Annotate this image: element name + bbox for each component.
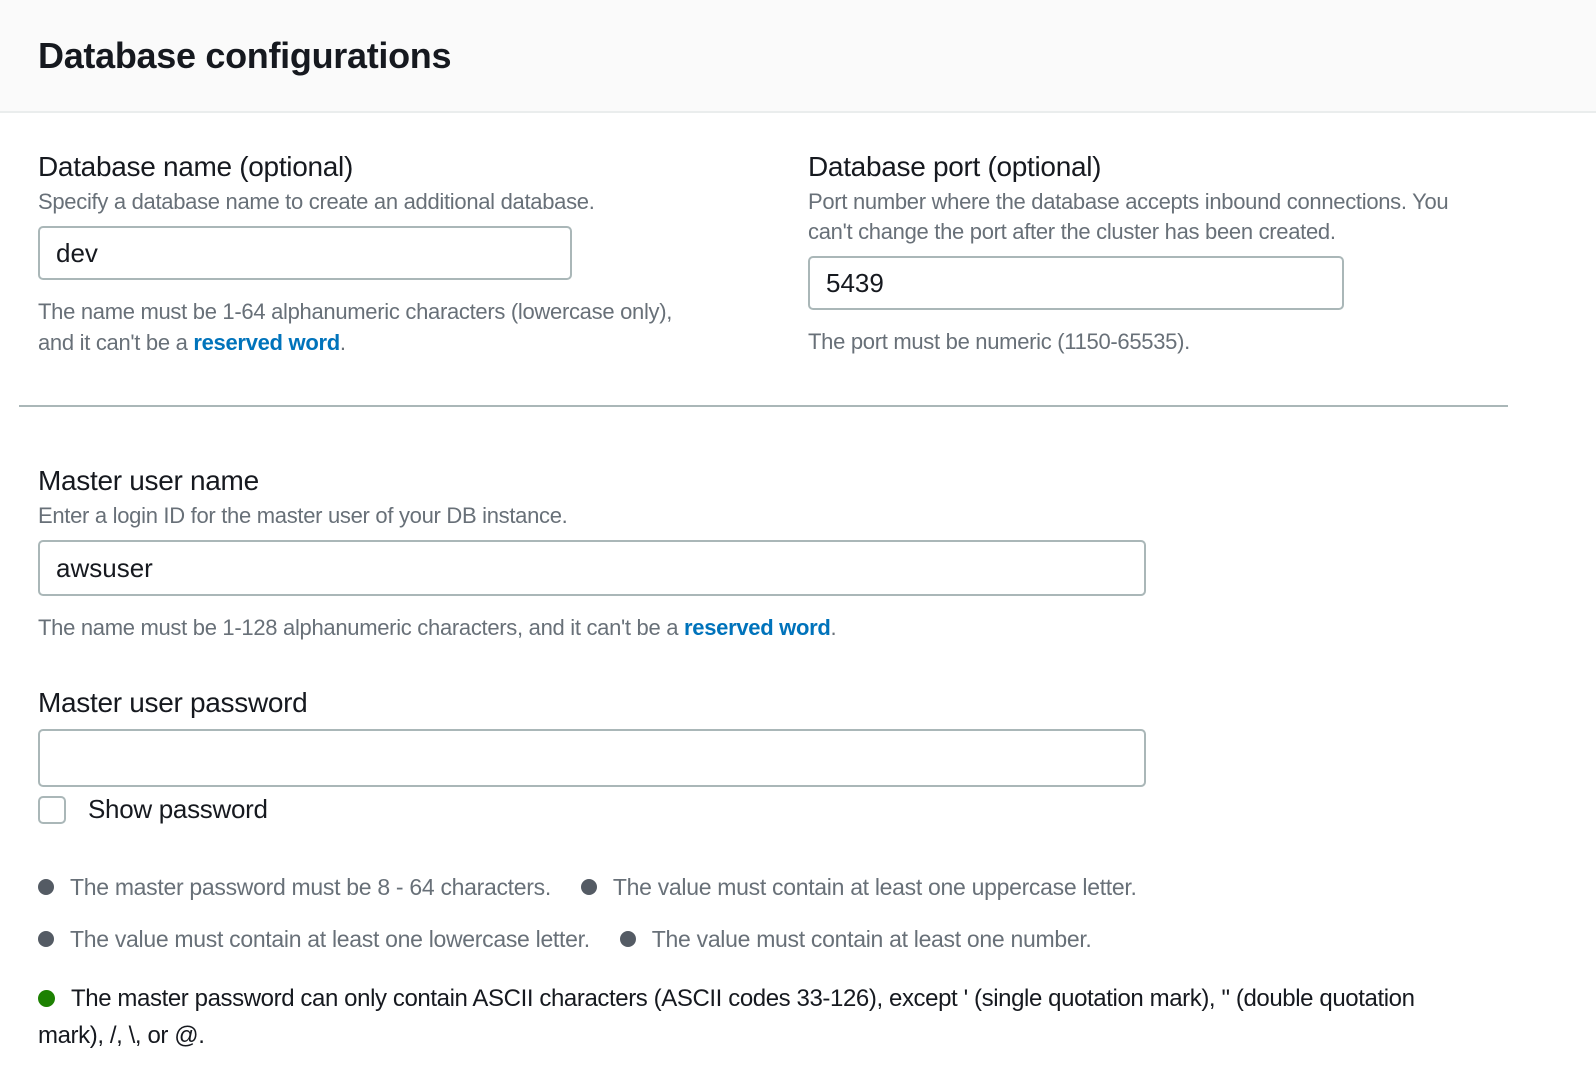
database-port-description: Port number where the database accepts i… [808, 187, 1540, 247]
show-password-row: Show password [38, 794, 1540, 825]
password-rule-satisfied: The master password can only contain ASC… [38, 980, 1540, 1054]
section-divider [19, 405, 1508, 407]
master-user-name-label: Master user name [38, 463, 1540, 499]
master-user-name-hint: The name must be 1-128 alphanumeric char… [38, 612, 1540, 643]
password-rule-row: The value must contain at least one lowe… [38, 922, 1540, 956]
bullet-icon [581, 879, 597, 895]
master-user-name-description: Enter a login ID for the master user of … [38, 501, 1540, 531]
success-bullet-icon [38, 990, 55, 1007]
password-rule: The value must contain at least one uppe… [581, 870, 1137, 904]
reserved-word-link[interactable]: reserved word [193, 330, 340, 355]
password-rule: The master password must be 8 - 64 chara… [38, 870, 551, 904]
database-port-input[interactable] [808, 256, 1344, 310]
master-user-name-field-group: Master user name Enter a login ID for th… [38, 463, 1540, 643]
master-user-password-input[interactable] [38, 729, 1146, 787]
database-name-input[interactable] [38, 226, 572, 280]
database-name-description: Specify a database name to create an add… [38, 187, 770, 217]
database-port-field-group: Database port (optional) Port number whe… [808, 149, 1540, 358]
database-name-label: Database name (optional) [38, 149, 770, 185]
bullet-icon [620, 931, 636, 947]
database-name-field-group: Database name (optional) Specify a datab… [38, 149, 770, 358]
reserved-word-link[interactable]: reserved word [684, 615, 831, 640]
show-password-label[interactable]: Show password [88, 794, 268, 825]
password-rules: The master password must be 8 - 64 chara… [38, 870, 1540, 1054]
section-header: Database configurations [0, 0, 1596, 113]
bullet-icon [38, 879, 54, 895]
password-rule: The value must contain at least one numb… [620, 922, 1092, 956]
master-user-name-input[interactable] [38, 540, 1146, 596]
database-configurations-form: Database name (optional) Specify a datab… [0, 113, 1596, 1054]
database-port-label: Database port (optional) [808, 149, 1540, 185]
show-password-checkbox[interactable] [38, 796, 66, 824]
bullet-icon [38, 931, 54, 947]
master-user-password-label: Master user password [38, 685, 1540, 721]
password-rule-row: The master password must be 8 - 64 chara… [38, 870, 1540, 904]
page-title: Database configurations [38, 35, 451, 77]
master-user-password-field-group: Master user password Show password [38, 685, 1540, 825]
name-port-row: Database name (optional) Specify a datab… [38, 149, 1540, 358]
password-rule: The value must contain at least one lowe… [38, 922, 590, 956]
database-port-hint: The port must be numeric (1150-65535). [808, 326, 1540, 357]
database-name-hint: The name must be 1-64 alphanumeric chara… [38, 296, 770, 358]
